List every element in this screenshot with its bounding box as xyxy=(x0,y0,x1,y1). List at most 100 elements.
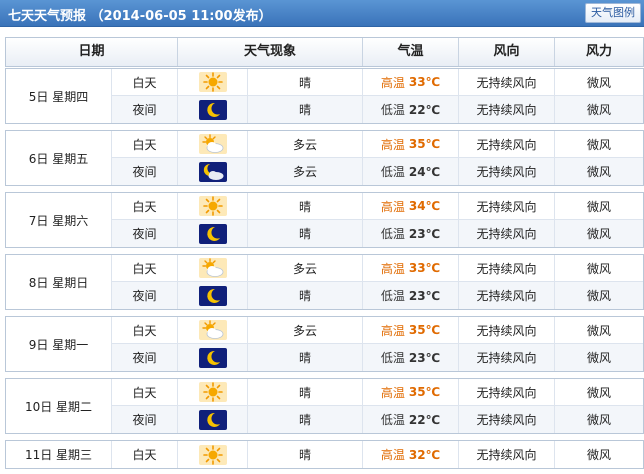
wind-power: 微风 xyxy=(586,75,611,90)
weather-legend-button[interactable]: 天气图例 xyxy=(585,3,641,23)
day-block: 5日 星期四 白天晴高温 33℃ 无持续风向 微风 夜间晴低温 22℃ 无持续风向 微风 xyxy=(5,68,644,124)
day-date: 8日 星期日 xyxy=(6,255,112,309)
temp-value: 32℃ xyxy=(408,447,441,462)
period-label: 夜间 xyxy=(112,96,178,123)
temp-label: 高温 xyxy=(380,385,405,400)
header-weather: 天气现象 xyxy=(178,38,363,66)
sun-cloud-icon xyxy=(198,258,227,278)
day-block: 9日 星期一 白天 多云 高温 35℃ 无持续风向 微风 夜间晴低温 23℃ 无持续风向 微风 xyxy=(5,316,644,372)
wind-power: 微风 xyxy=(586,227,611,241)
temp-value: 35℃ xyxy=(408,323,441,337)
temp-value: 23℃ xyxy=(408,226,441,241)
weather-phenomenon: 晴 xyxy=(248,441,363,468)
weather-phenomenon: 晴 xyxy=(248,193,363,219)
night-row: 夜间 晴 低温 23℃ 无持续风向 微风 xyxy=(112,282,643,309)
weather-phenomenon: 晴 xyxy=(248,379,363,405)
sun-cloud-icon xyxy=(198,320,227,340)
temp-label: 高温 xyxy=(380,199,405,214)
temp-label: 低温 xyxy=(380,103,405,117)
weather-phenomenon: 多云 xyxy=(248,255,363,281)
daytime-row: 白天 晴 高温 33℃ 无持续风向 微风 xyxy=(112,69,643,96)
moon-icon xyxy=(198,409,227,430)
wind-power: 微风 xyxy=(586,103,611,117)
temp-value: 22℃ xyxy=(408,412,441,427)
daytime-row: 白天 多云 高温 35℃ 无持续风向 微风 xyxy=(112,317,643,344)
night-row: 夜间 晴 低温 23℃ 无持续风向 微风 xyxy=(112,220,643,247)
temp-label: 高温 xyxy=(380,75,405,90)
temp-label: 低温 xyxy=(380,289,405,303)
header-wind-power: 风力 xyxy=(585,44,612,59)
period-label: 白天 xyxy=(112,441,178,468)
wind-power: 微风 xyxy=(586,448,611,462)
temp-label: 低温 xyxy=(380,227,405,241)
header-date: 日期 xyxy=(6,38,178,66)
daytime-row: 白天 晴 高温 34℃ 无持续风向 微风 xyxy=(112,193,643,220)
day-block: 6日 星期五 白天 多云 高温 35℃ 无持续风向 微风 夜间 多云 低温 24℃ 无持续风向 微风 xyxy=(5,130,644,186)
temp-label: 高温 xyxy=(380,323,405,338)
day-block: 8日 星期日 白天 多云 高温 33℃ 无持续风向 微风 夜间晴低温 23℃ 无持续风向 微风 xyxy=(5,254,644,310)
temp-value: 35℃ xyxy=(408,385,441,399)
period-label: 白天 xyxy=(112,317,178,343)
weather-phenomenon: 多云 xyxy=(248,131,363,157)
weather-phenomenon: 晴 xyxy=(248,96,363,123)
wind-direction: 无持续风向 xyxy=(459,379,555,405)
sun-icon xyxy=(198,72,227,92)
wind-power: 微风 xyxy=(586,199,611,214)
wind-direction: 无持续风向 xyxy=(459,220,555,247)
header-wind-dir: 风向 xyxy=(459,38,555,66)
day-block: 7日 星期六 白天晴高温 34℃ 无持续风向 微风 夜间晴低温 23℃ 无持续风向 微风 xyxy=(5,192,644,248)
period-label: 白天 xyxy=(112,379,178,405)
temp-value: 33℃ xyxy=(408,261,441,275)
temp-label: 低温 xyxy=(380,351,405,365)
page-title: 七天天气预报 （2014-06-05 11:00发布） xyxy=(8,9,272,24)
temp-value: 35℃ xyxy=(408,137,441,151)
wind-direction: 无持续风向 xyxy=(459,255,555,281)
day-block: 11日 星期三 白天 晴 高温 32℃ 无持续风向 微风 xyxy=(5,440,644,469)
daytime-row: 白天 晴 高温 35℃ 无持续风向 微风 xyxy=(112,379,643,406)
header-temp: 气温 xyxy=(363,38,459,66)
night-row: 夜间 晴 低温 22℃ 无持续风向 微风 xyxy=(112,96,643,123)
sun-icon xyxy=(198,382,227,402)
temp-value: 23℃ xyxy=(408,288,441,303)
night-row: 夜间 晴 低温 23℃ 无持续风向 微风 xyxy=(112,344,643,371)
temp-value: 23℃ xyxy=(408,350,441,365)
weather-phenomenon: 多云 xyxy=(248,158,363,185)
title-bar: 七天天气预报 （2014-06-05 11:00发布） 天气图例 xyxy=(0,0,644,27)
wind-direction: 无持续风向 xyxy=(459,282,555,309)
wind-direction: 无持续风向 xyxy=(459,69,555,95)
temp-label: 低温 xyxy=(380,165,405,179)
day-date: 6日 星期五 xyxy=(6,131,112,185)
day-date: 9日 星期一 xyxy=(6,317,112,371)
wind-direction: 无持续风向 xyxy=(459,317,555,343)
weather-phenomenon: 晴 xyxy=(248,282,363,309)
weather-phenomenon: 多云 xyxy=(248,317,363,343)
temp-value: 34℃ xyxy=(408,199,441,213)
day-date: 5日 星期四 xyxy=(6,69,112,123)
temp-label: 高温 xyxy=(380,261,405,276)
wind-power: 微风 xyxy=(586,289,611,303)
period-label: 夜间 xyxy=(112,220,178,247)
daytime-row: 白天 晴 高温 32℃ 无持续风向 微风 xyxy=(112,441,643,468)
wind-power: 微风 xyxy=(586,261,611,276)
period-label: 夜间 xyxy=(112,344,178,371)
wind-power: 微风 xyxy=(586,351,611,365)
wind-direction: 无持续风向 xyxy=(459,131,555,157)
weather-phenomenon: 晴 xyxy=(248,220,363,247)
moon-icon xyxy=(198,285,227,306)
temp-value: 22℃ xyxy=(408,102,441,117)
temp-label: 高温 xyxy=(380,448,405,462)
period-label: 夜间 xyxy=(112,282,178,309)
period-label: 夜间 xyxy=(112,158,178,185)
moon-icon xyxy=(198,223,227,244)
night-row: 夜间 多云 低温 24℃ 无持续风向 微风 xyxy=(112,158,643,185)
wind-direction: 无持续风向 xyxy=(459,96,555,123)
wind-direction: 无持续风向 xyxy=(459,344,555,371)
table-header: 日期 天气现象 气温 风向 风力 xyxy=(5,37,644,67)
wind-direction: 无持续风向 xyxy=(459,406,555,433)
day-block: 10日 星期二 白天晴高温 35℃ 无持续风向 微风 夜间晴低温 22℃ 无持续风向 微风 xyxy=(5,378,644,434)
temp-label: 低温 xyxy=(380,413,405,427)
wind-power: 微风 xyxy=(586,413,611,427)
weather-phenomenon: 晴 xyxy=(248,344,363,371)
weather-phenomenon: 晴 xyxy=(248,406,363,433)
moon-icon xyxy=(198,99,227,120)
